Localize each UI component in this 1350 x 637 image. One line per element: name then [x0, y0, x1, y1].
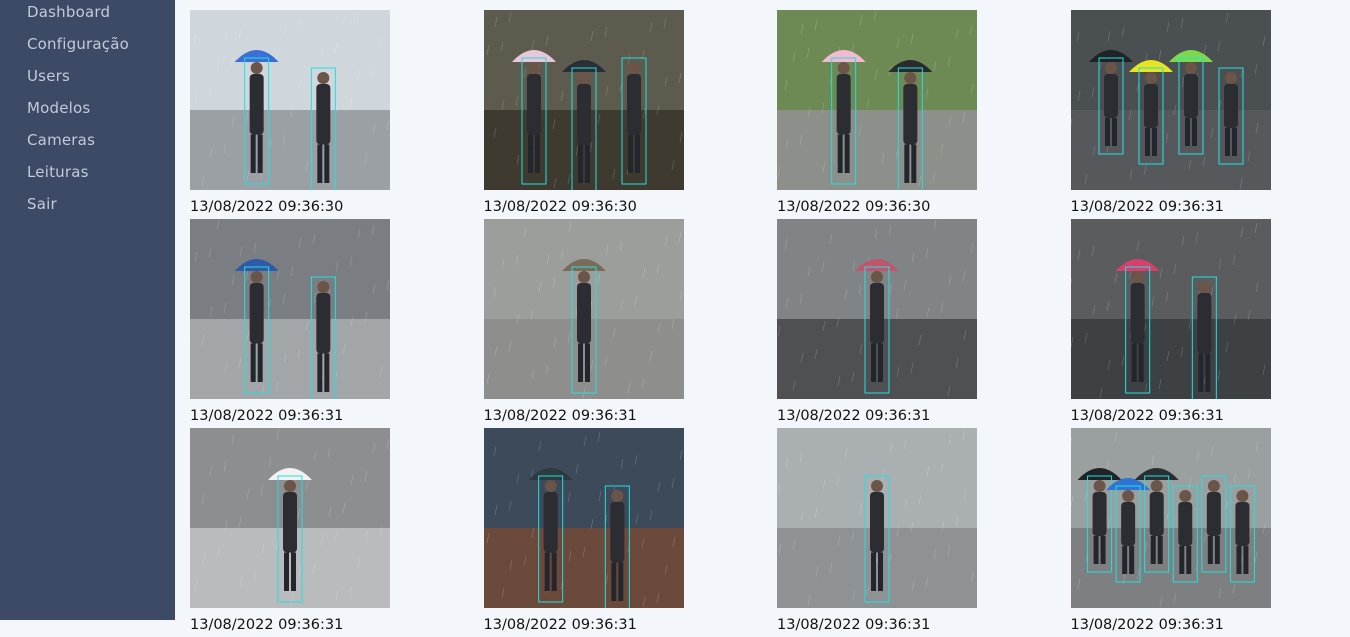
sidebar-item-modelos[interactable]: Modelos: [27, 92, 129, 124]
reading-card: 13/08/2022 09:36:30: [190, 10, 390, 219]
rain-scene-photo: [777, 219, 977, 399]
sidebar-item-configuracao[interactable]: Configuração: [27, 28, 129, 60]
reading-timestamp: 13/08/2022 09:36:31: [1070, 199, 1224, 215]
reading-timestamp: 13/08/2022 09:36:31: [777, 617, 931, 633]
reading-timestamp: 13/08/2022 09:36:31: [190, 408, 344, 424]
reading-image[interactable]: [1070, 10, 1271, 190]
reading-card: 13/08/2022 09:36:31: [483, 428, 684, 637]
reading-card: 13/08/2022 09:36:30: [777, 10, 977, 219]
reading-card: 13/08/2022 09:36:31: [483, 219, 684, 428]
rain-scene-photo: [483, 219, 684, 399]
reading-timestamp: 13/08/2022 09:36:30: [190, 199, 344, 215]
reading-card: 13/08/2022 09:36:31: [1070, 428, 1271, 637]
readings-gallery: 13/08/2022 09:36:30 13/08/2022 09:36:30 …: [190, 10, 1271, 637]
sidebar: Dashboard Configuração Users Modelos Cam…: [0, 0, 175, 620]
reading-card: 13/08/2022 09:36:31: [190, 428, 390, 637]
reading-timestamp: 13/08/2022 09:36:31: [1070, 408, 1224, 424]
sidebar-nav: Dashboard Configuração Users Modelos Cam…: [27, 0, 129, 220]
reading-image[interactable]: [483, 10, 684, 190]
sidebar-item-dashboard[interactable]: Dashboard: [27, 0, 129, 28]
rain-scene-photo: [190, 219, 390, 399]
reading-timestamp: 13/08/2022 09:36:30: [483, 199, 637, 215]
reading-image[interactable]: [777, 10, 977, 190]
rain-scene-photo: [1070, 428, 1271, 608]
reading-card: 13/08/2022 09:36:31: [1070, 219, 1271, 428]
rain-scene-photo: [1070, 10, 1271, 190]
reading-card: 13/08/2022 09:36:31: [777, 219, 977, 428]
reading-card: 13/08/2022 09:36:31: [190, 219, 390, 428]
sidebar-item-users[interactable]: Users: [27, 60, 129, 92]
reading-timestamp: 13/08/2022 09:36:31: [190, 617, 344, 633]
rain-scene-photo: [777, 428, 977, 608]
rain-scene-photo: [190, 428, 390, 608]
reading-image[interactable]: [190, 428, 390, 608]
reading-image[interactable]: [190, 10, 390, 190]
reading-timestamp: 13/08/2022 09:36:31: [483, 408, 637, 424]
reading-timestamp: 13/08/2022 09:36:31: [1070, 617, 1224, 633]
reading-image[interactable]: [190, 219, 390, 399]
sidebar-item-sair[interactable]: Sair: [27, 188, 129, 220]
reading-image[interactable]: [483, 219, 684, 399]
reading-card: 13/08/2022 09:36:31: [1070, 10, 1271, 219]
reading-timestamp: 13/08/2022 09:36:31: [483, 617, 637, 633]
sidebar-item-leituras[interactable]: Leituras: [27, 156, 129, 188]
rain-scene-photo: [483, 10, 684, 190]
rain-scene-photo: [190, 10, 390, 190]
reading-image[interactable]: [777, 428, 977, 608]
sidebar-item-cameras[interactable]: Cameras: [27, 124, 129, 156]
reading-image[interactable]: [483, 428, 684, 608]
reading-card: 13/08/2022 09:36:30: [483, 10, 684, 219]
reading-timestamp: 13/08/2022 09:36:31: [777, 408, 931, 424]
reading-image[interactable]: [1070, 428, 1271, 608]
rain-scene-photo: [483, 428, 684, 608]
reading-image[interactable]: [1070, 219, 1271, 399]
rain-scene-photo: [1070, 219, 1271, 399]
reading-card: 13/08/2022 09:36:31: [777, 428, 977, 637]
rain-scene-photo: [777, 10, 977, 190]
reading-image[interactable]: [777, 219, 977, 399]
reading-timestamp: 13/08/2022 09:36:30: [777, 199, 931, 215]
